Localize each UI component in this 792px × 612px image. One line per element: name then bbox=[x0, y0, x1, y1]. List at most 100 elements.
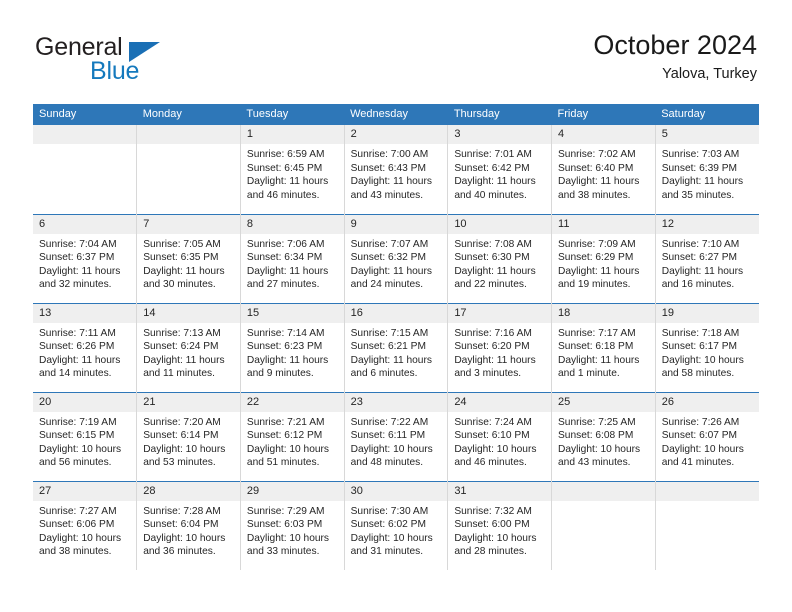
sunrise-time: Sunrise: 7:30 AM bbox=[350, 505, 429, 517]
calendar-day-cell-empty bbox=[33, 125, 138, 214]
calendar-day-cell[interactable]: 29 Sunrise: 7:29 AM Sunset: 6:03 PM Dayligh… bbox=[240, 480, 345, 571]
day-sun-info: Sunrise: 7:27 AM Sunset: 6:06 PM Daylight:… bbox=[33, 501, 136, 559]
day-sun-info: Sunrise: 7:20 AM Sunset: 6:14 PM Daylight:… bbox=[137, 412, 240, 470]
sunrise-time: Sunrise: 6:59 AM bbox=[246, 149, 325, 160]
calendar-day-cell[interactable]: 30 Sunrise: 7:30 AM Sunset: 6:02 PM Dayligh… bbox=[344, 480, 449, 571]
calendar-day-cell[interactable]: 11 Sunrise: 7:09 AM Sunset: 6:29 PM Dayligh… bbox=[551, 213, 656, 303]
calendar-day-cell[interactable]: 10 Sunrise: 7:08 AM Sunset: 6:30 PM Dayligh… bbox=[447, 213, 553, 303]
day-number: 24 bbox=[448, 392, 552, 412]
calendar-day-cell[interactable]: 23 Sunrise: 7:22 AM Sunset: 6:11 PM Dayligh… bbox=[344, 391, 449, 481]
day-number: 25 bbox=[552, 392, 655, 412]
calendar-day-cell[interactable]: 9 Sunrise: 7:07 AM Sunset: 6:32 PM Daylight… bbox=[344, 213, 449, 303]
calendar-day-cell[interactable]: 1 Sunrise: 6:59 AM Sunset: 6:45 PM Daylight… bbox=[240, 125, 345, 214]
day-number: 22 bbox=[240, 392, 344, 412]
daylight-duration-line1: Daylight: 10 hours bbox=[246, 532, 330, 544]
sunrise-time: Sunrise: 7:16 AM bbox=[454, 327, 532, 339]
daylight-duration-line2: and 51 minutes. bbox=[246, 457, 320, 469]
calendar-day-cell[interactable]: 24 Sunrise: 7:24 AM Sunset: 6:10 PM Dayligh… bbox=[447, 391, 553, 481]
day-sun-info: Sunrise: 7:08 AM Sunset: 6:30 PM Daylight:… bbox=[448, 234, 551, 292]
daylight-duration-line2: and 31 minutes. bbox=[350, 546, 424, 558]
daylight-duration-line1: Daylight: 11 hours bbox=[350, 265, 432, 277]
calendar-day-cell-empty bbox=[136, 125, 241, 214]
calendar-day-cell[interactable]: 31 Sunrise: 7:32 AM Sunset: 6:00 PM Dayligh… bbox=[447, 480, 553, 571]
sunset-time: Sunset: 6:11 PM bbox=[350, 430, 426, 442]
calendar-day-cell[interactable]: 19 Sunrise: 7:18 AM Sunset: 6:17 PM Dayligh… bbox=[655, 302, 759, 392]
daylight-duration-line2: and 48 minutes. bbox=[350, 457, 424, 469]
calendar-day-cell[interactable]: 27 Sunrise: 7:27 AM Sunset: 6:06 PM Dayligh… bbox=[33, 480, 138, 571]
day-sun-info: Sunrise: 7:30 AM Sunset: 6:02 PM Daylight:… bbox=[345, 501, 448, 559]
calendar-day-cell[interactable]: 5 Sunrise: 7:03 AM Sunset: 6:39 PM Daylight… bbox=[655, 125, 759, 214]
daylight-duration-line2: and 1 minute. bbox=[558, 368, 620, 380]
brand-logo[interactable]: General Blue bbox=[33, 33, 263, 91]
calendar-day-cell[interactable]: 12 Sunrise: 7:10 AM Sunset: 6:27 PM Dayligh… bbox=[655, 213, 759, 303]
daylight-duration-line2: and 3 minutes. bbox=[454, 368, 522, 380]
day-number: 29 bbox=[240, 481, 344, 501]
calendar-day-cell[interactable]: 4 Sunrise: 7:02 AM Sunset: 6:40 PM Daylight… bbox=[551, 125, 656, 214]
day-number: 16 bbox=[344, 303, 448, 323]
daylight-duration-line2: and 36 minutes. bbox=[143, 546, 216, 558]
daylight-duration-line1: Daylight: 11 hours bbox=[350, 354, 432, 366]
sunset-time: Sunset: 6:07 PM bbox=[661, 430, 738, 442]
calendar-day-cell[interactable]: 25 Sunrise: 7:25 AM Sunset: 6:08 PM Dayligh… bbox=[551, 391, 656, 481]
calendar-day-cell[interactable]: 20 Sunrise: 7:19 AM Sunset: 6:15 PM Dayligh… bbox=[33, 391, 138, 481]
day-sun-info: Sunrise: 7:01 AM Sunset: 6:42 PM Daylight:… bbox=[448, 144, 551, 202]
day-number: 3 bbox=[448, 125, 552, 144]
calendar-page: General Blue October 2024 Yalova, Turkey… bbox=[0, 0, 792, 612]
daylight-duration-line1: Daylight: 11 hours bbox=[454, 354, 536, 366]
calendar-day-cell[interactable]: 3 Sunrise: 7:01 AM Sunset: 6:42 PM Daylight… bbox=[447, 125, 553, 214]
day-sun-info: Sunrise: 7:25 AM Sunset: 6:08 PM Daylight:… bbox=[552, 412, 655, 470]
daylight-duration-line1: Daylight: 11 hours bbox=[350, 176, 432, 188]
daylight-duration-line2: and 27 minutes. bbox=[246, 279, 320, 291]
daylight-duration-line1: Daylight: 11 hours bbox=[558, 265, 640, 277]
daylight-duration-line2: and 16 minutes. bbox=[661, 279, 735, 291]
calendar-day-cell[interactable]: 6 Sunrise: 7:04 AM Sunset: 6:37 PM Daylight… bbox=[33, 213, 138, 303]
day-sun-info: Sunrise: 7:14 AM Sunset: 6:23 PM Daylight:… bbox=[241, 323, 344, 381]
daylight-duration-line1: Daylight: 11 hours bbox=[558, 354, 640, 366]
calendar-week-row: 20 Sunrise: 7:19 AM Sunset: 6:15 PM Dayligh… bbox=[33, 391, 759, 481]
sunset-time: Sunset: 6:30 PM bbox=[454, 252, 530, 264]
calendar-day-cell[interactable]: 7 Sunrise: 7:05 AM Sunset: 6:35 PM Daylight… bbox=[136, 213, 241, 303]
day-number: 9 bbox=[344, 214, 448, 234]
calendar-day-cell[interactable]: 17 Sunrise: 7:16 AM Sunset: 6:20 PM Dayligh… bbox=[447, 302, 553, 392]
daylight-duration-line1: Daylight: 10 hours bbox=[143, 443, 226, 455]
calendar-body: 1 Sunrise: 6:59 AM Sunset: 6:45 PM Daylight… bbox=[33, 125, 759, 571]
page-title: October 2024 bbox=[593, 30, 757, 60]
day-number: 10 bbox=[448, 214, 552, 234]
calendar-day-cell[interactable]: 22 Sunrise: 7:21 AM Sunset: 6:12 PM Dayligh… bbox=[240, 391, 345, 481]
calendar-day-cell[interactable]: 2 Sunrise: 7:00 AM Sunset: 6:43 PM Daylight… bbox=[344, 125, 449, 214]
day-sun-info: Sunrise: 7:11 AM Sunset: 6:26 PM Daylight:… bbox=[33, 323, 136, 381]
day-sun-info: Sunrise: 6:59 AM Sunset: 6:45 PM Daylight:… bbox=[241, 144, 344, 202]
day-number: 27 bbox=[33, 481, 137, 501]
calendar-table: Sunday Monday Tuesday Wednesday Thursday… bbox=[33, 104, 759, 571]
day-sun-info: Sunrise: 7:22 AM Sunset: 6:11 PM Daylight:… bbox=[345, 412, 448, 470]
daylight-duration-line1: Daylight: 10 hours bbox=[454, 443, 537, 455]
day-sun-info: Sunrise: 7:06 AM Sunset: 6:34 PM Daylight:… bbox=[241, 234, 344, 292]
day-number: 14 bbox=[137, 303, 240, 323]
day-number: 6 bbox=[33, 214, 137, 234]
calendar-day-cell[interactable]: 15 Sunrise: 7:14 AM Sunset: 6:23 PM Dayligh… bbox=[240, 302, 345, 392]
sunset-time: Sunset: 6:37 PM bbox=[39, 252, 115, 264]
calendar-day-cell[interactable]: 18 Sunrise: 7:17 AM Sunset: 6:18 PM Dayligh… bbox=[551, 302, 656, 392]
daylight-duration-line1: Daylight: 10 hours bbox=[558, 443, 641, 455]
title-block: October 2024 Yalova, Turkey bbox=[593, 28, 757, 84]
day-number: 15 bbox=[240, 303, 344, 323]
sunrise-time: Sunrise: 7:18 AM bbox=[661, 327, 740, 339]
calendar-day-cell[interactable]: 21 Sunrise: 7:20 AM Sunset: 6:14 PM Dayligh… bbox=[136, 391, 241, 481]
sunset-time: Sunset: 6:34 PM bbox=[246, 252, 323, 264]
daylight-duration-line2: and 38 minutes. bbox=[558, 189, 631, 201]
calendar-day-cell[interactable]: 8 Sunrise: 7:06 AM Sunset: 6:34 PM Daylight… bbox=[240, 213, 345, 303]
daylight-duration-line2: and 24 minutes. bbox=[350, 279, 424, 291]
calendar-day-cell[interactable]: 16 Sunrise: 7:15 AM Sunset: 6:21 PM Dayligh… bbox=[344, 302, 449, 392]
sunrise-time: Sunrise: 7:00 AM bbox=[350, 149, 429, 160]
daylight-duration-line2: and 14 minutes. bbox=[39, 368, 112, 380]
calendar-day-cell[interactable]: 26 Sunrise: 7:26 AM Sunset: 6:07 PM Dayligh… bbox=[655, 391, 759, 481]
sunrise-time: Sunrise: 7:03 AM bbox=[661, 149, 740, 160]
sunset-time: Sunset: 6:21 PM bbox=[350, 341, 426, 353]
day-sun-info: Sunrise: 7:04 AM Sunset: 6:37 PM Daylight:… bbox=[33, 234, 136, 292]
calendar-day-cell[interactable]: 13 Sunrise: 7:11 AM Sunset: 6:26 PM Dayligh… bbox=[33, 302, 138, 392]
daylight-duration-line1: Daylight: 11 hours bbox=[143, 354, 225, 366]
calendar-day-cell[interactable]: 28 Sunrise: 7:28 AM Sunset: 6:04 PM Dayligh… bbox=[136, 480, 241, 571]
sunrise-time: Sunrise: 7:01 AM bbox=[454, 149, 532, 160]
calendar-day-cell[interactable]: 14 Sunrise: 7:13 AM Sunset: 6:24 PM Dayligh… bbox=[136, 302, 241, 392]
calendar-day-cell-empty bbox=[655, 480, 759, 571]
